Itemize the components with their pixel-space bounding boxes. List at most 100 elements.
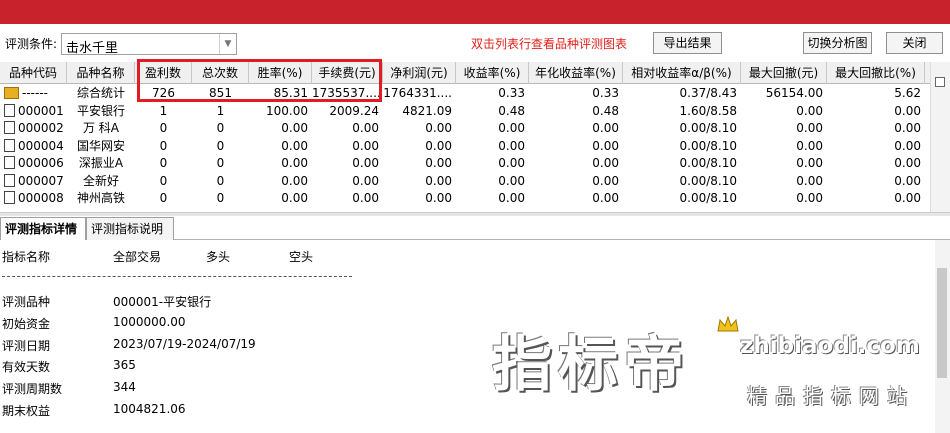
cell-annual: 0.00: [592, 156, 619, 170]
detail-scrollbar[interactable]: [935, 240, 950, 433]
detail-item-value: 365: [113, 358, 136, 373]
cell-relative: 0.00/8.10: [679, 121, 737, 135]
col-header-relative[interactable]: 相对收益率α/β(%): [623, 62, 741, 84]
cell-rate: 0.00: [281, 121, 308, 135]
table-row[interactable]: 000004 国华网安 0 0 0.00 0.00 0.00 0.00 0.00 0.00/8.1…: [0, 138, 930, 155]
col-header-net[interactable]: 净利润(元): [383, 62, 456, 84]
cell-return: 0.00: [498, 191, 525, 205]
highlight-box: [137, 59, 382, 102]
chevron-down-icon[interactable]: ▼: [219, 34, 236, 54]
cell-code-text: 000007: [18, 173, 64, 188]
cell-return: 0.33: [498, 86, 525, 100]
cell-drawdown: 56154.00: [765, 86, 823, 100]
col-header-name[interactable]: 品种名称: [67, 62, 135, 84]
watermark-logo: 指标帝: [492, 330, 690, 400]
cell-annual: 0.00: [592, 173, 619, 188]
document-icon: [4, 138, 15, 152]
cell-code: 000006: [0, 155, 67, 172]
col-header-drawdown[interactable]: 最大回撤(元): [741, 62, 827, 84]
cell-name: 万 科A: [82, 121, 120, 135]
condition-value: 击水千里: [66, 41, 119, 56]
cell-name: 平安银行: [76, 103, 125, 118]
detail-item-value: 344: [113, 380, 136, 395]
cell-return: 0.00: [498, 173, 525, 188]
cell-drawdown: 0.00: [796, 173, 823, 188]
document-icon: [4, 191, 15, 204]
cell-return: 0.00: [498, 138, 525, 153]
panel-splitter[interactable]: [0, 212, 950, 216]
cell-total: 0: [216, 156, 225, 170]
cell-net: 0.00: [425, 156, 452, 170]
cell-fee: 0.00: [352, 121, 379, 135]
select-checkbox[interactable]: [935, 77, 945, 87]
document-icon: [4, 156, 15, 169]
cell-rate: 0.00: [281, 156, 308, 170]
cell-fee: 0.00: [352, 156, 379, 170]
cell-code-text: 000002: [18, 121, 64, 135]
tab-detail[interactable]: 评测指标详情: [0, 217, 86, 240]
cell-win: 0: [159, 173, 168, 188]
cell-code: ------: [0, 85, 67, 102]
cell-annual: 0.00: [592, 191, 619, 205]
cell-relative: 0.00/8.10: [679, 191, 737, 205]
cell-fee: 0.00: [352, 191, 379, 205]
cell-net: 1764331....: [383, 86, 452, 100]
divider: [2, 276, 352, 277]
table-row[interactable]: 000001 平安银行 1 1 100.00 2009.24 4821.09 0.48 0.48…: [0, 103, 930, 120]
cell-code-text: ------: [22, 86, 48, 100]
cell-net: 0.00: [425, 173, 452, 188]
export-button[interactable]: 导出结果: [653, 32, 722, 54]
col-header-drawdown-ratio[interactable]: 最大回撤比(%): [827, 62, 925, 84]
cell-drawdown-ratio: 0.00: [894, 173, 921, 188]
cell-code-text: 000004: [18, 138, 64, 153]
col-header-code[interactable]: 品种代码: [0, 62, 67, 84]
cell-relative: 1.60/8.58: [679, 103, 737, 118]
cell-net: 0.00: [425, 121, 452, 135]
cell-drawdown-ratio: 0.00: [894, 156, 921, 170]
detail-item-value: 2023/07/19-2024/07/19: [113, 336, 256, 351]
table-row[interactable]: 000007 全新好 0 0 0.00 0.00 0.00 0.00 0.00 0.00/8.10…: [0, 173, 930, 190]
switch-chart-button[interactable]: 切换分析图: [803, 32, 872, 54]
cell-rate: 0.00: [281, 138, 308, 153]
table-row[interactable]: 000006 深振业A 0 0 0.00 0.00 0.00 0.00 0.00 0.00/8.1…: [0, 155, 930, 172]
detail-item-label: 评测日期: [2, 338, 51, 353]
cell-rate: 0.00: [281, 191, 308, 205]
table-row[interactable]: 000008 神州高铁 0 0 0.00 0.00 0.00 0.00 0.00 0.00/8.1…: [0, 190, 930, 207]
folder-icon: [4, 87, 19, 99]
cell-drawdown-ratio: 0.00: [894, 121, 921, 135]
cell-relative: 0.00/8.10: [679, 156, 737, 170]
detail-header-long: 多头: [206, 250, 231, 264]
scrollbar-thumb[interactable]: [937, 268, 947, 378]
cell-net: 4821.09: [402, 103, 452, 118]
cell-rate: 0.00: [281, 173, 308, 188]
cell-name: 全新好: [82, 173, 119, 188]
detail-item-value: 000001-平安银行: [113, 295, 212, 309]
cell-return: 0.00: [498, 156, 525, 170]
close-button[interactable]: 关闭: [886, 32, 943, 54]
cell-win: 0: [159, 138, 168, 153]
table-row[interactable]: 000002 万 科A 0 0 0.00 0.00 0.00 0.00 0.00 0.00/8.1…: [0, 120, 930, 137]
hint-text: 双击列表行查看品种评测图表: [471, 37, 628, 51]
cell-annual: 0.00: [592, 138, 619, 153]
condition-select[interactable]: 击水千里 ▼: [61, 33, 237, 56]
cell-win: 0: [159, 156, 168, 170]
detail-header-metric: 指标名称: [2, 250, 51, 264]
detail-item-value: 1000000.00: [113, 314, 186, 329]
window-title-bar: [0, 0, 950, 24]
cell-relative: 0.00/8.10: [679, 138, 737, 153]
cell-total: 0: [216, 121, 225, 135]
cell-fee: 0.00: [352, 138, 379, 153]
document-icon: [4, 103, 15, 117]
detail-item-label: 评测周期数: [2, 382, 63, 397]
cell-fee: 2009.24: [329, 103, 379, 118]
cell-relative: 0.37/8.43: [679, 86, 737, 100]
col-header-return[interactable]: 收益率(%): [456, 62, 529, 84]
cell-drawdown: 0.00: [796, 103, 823, 118]
tab-explanation[interactable]: 评测指标说明: [86, 217, 174, 240]
condition-label: 评测条件:: [5, 37, 58, 51]
detail-header-short: 空头: [289, 250, 314, 264]
cell-code: 000007: [0, 173, 67, 190]
cell-rate: 100.00: [266, 103, 308, 118]
detail-tabs: 评测指标详情 评测指标说明: [0, 217, 950, 240]
col-header-annual[interactable]: 年化收益率(%): [529, 62, 623, 84]
